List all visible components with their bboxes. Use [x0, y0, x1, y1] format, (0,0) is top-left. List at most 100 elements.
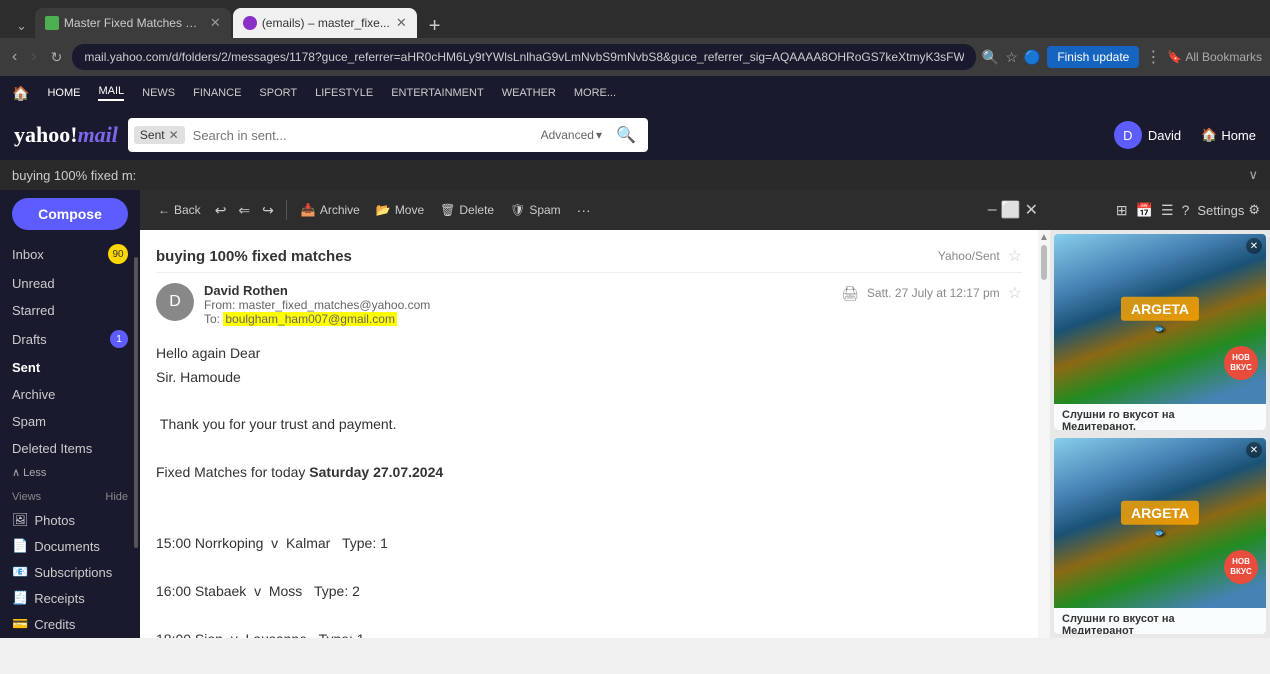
sidebar-item-archive[interactable]: Archive [0, 381, 140, 408]
ad-2-brand: ARGETA 🐟 [1121, 501, 1199, 538]
move-button[interactable]: 📂 Move [370, 199, 430, 221]
ad-2-main-text: Слушни го вкусот наМедитеранот [1062, 613, 1175, 634]
nav-sport[interactable]: SPORT [259, 87, 297, 99]
nav-news[interactable]: NEWS [142, 87, 175, 99]
sidebar-spam-label: Spam [12, 414, 128, 429]
nav-mail[interactable]: MAIL [98, 85, 124, 101]
new-tab-button[interactable]: + [421, 15, 449, 38]
close-pane-button[interactable]: ✕ [1025, 200, 1038, 220]
sidebar-item-documents[interactable]: 📄 Documents [0, 533, 140, 559]
bookmark-icon[interactable]: ☆ [1005, 49, 1018, 66]
sidebar-item-subscriptions[interactable]: 📧 Subscriptions [0, 559, 140, 585]
ad-2-badge: НОВВКУС [1224, 550, 1258, 584]
sidebar-item-inbox[interactable]: Inbox 90 [0, 238, 140, 270]
tab-2-close[interactable]: ✕ [396, 15, 407, 31]
print-button[interactable]: 🖨 [841, 285, 859, 302]
list-icon-button[interactable]: ☰ [1161, 202, 1174, 219]
nav-reload-button[interactable]: ↻ [47, 47, 67, 68]
sidebar-item-credits[interactable]: 💳 Credits [0, 611, 140, 637]
resize-pane-button[interactable]: ⬜ [1001, 200, 1021, 220]
scroll-thumb[interactable] [1041, 245, 1047, 280]
grid-icon-button[interactable]: ⊞ [1116, 202, 1128, 219]
scroll-up-arrow[interactable]: ▲ [1038, 230, 1050, 245]
sidebar-item-spam[interactable]: Spam [0, 408, 140, 435]
email-actions-right: 🖨 Satt. 27 July at 12:17 pm ☆ [841, 283, 1022, 303]
less-icon: ∧ [12, 467, 20, 479]
browser-extension-icon[interactable]: 🔵 [1024, 49, 1041, 66]
sidebar-item-sent[interactable]: Sent [0, 354, 140, 381]
body-matches-intro: Fixed Matches for today Saturday 27.07.2… [156, 461, 1022, 485]
browser-menu-button[interactable]: ⋮ [1145, 47, 1161, 67]
spam-button[interactable]: 🛡 Spam [504, 199, 567, 221]
sidebar-item-drafts[interactable]: Drafts 1 [0, 324, 140, 354]
browser-search-icon[interactable]: 🔍 [982, 49, 999, 66]
match-1: 15:00 Norrkoping v Kalmar Type: 1 [156, 532, 1022, 556]
search-button[interactable]: 🔍 [608, 125, 644, 145]
nav-entertainment[interactable]: ENTERTAINMENT [391, 87, 484, 99]
views-hide-button[interactable]: Hide [105, 491, 128, 503]
email-star-button[interactable]: ☆ [1008, 283, 1022, 303]
nav-home[interactable]: HOME [47, 87, 80, 99]
reply-all-button[interactable]: ⇐ [234, 198, 254, 223]
sidebar-item-travel[interactable]: ✈ Travel [0, 637, 140, 638]
all-bookmarks-button[interactable]: 🔖All Bookmarks [1167, 50, 1262, 64]
sidebar-item-starred[interactable]: Starred [0, 297, 140, 324]
settings-label: Settings [1197, 203, 1244, 218]
sender-info: David Rothen From: master_fixed_matches@… [204, 283, 831, 326]
calendar-icon-button[interactable]: 📅 [1136, 202, 1153, 219]
ad-2-image: НОВВКУС ARGETA 🐟 [1054, 438, 1266, 608]
nav-forward-button[interactable]: › [27, 46, 40, 68]
sidebar-drafts-label: Drafts [12, 332, 110, 347]
forward-button[interactable]: ↪ [258, 198, 278, 223]
conversation-subject: buying 100% fixed m: [12, 168, 1248, 183]
minimize-pane-button[interactable]: – [988, 201, 997, 219]
photos-icon: 🖼 [12, 512, 29, 528]
home-button[interactable]: 🏠 Home [1201, 127, 1256, 143]
ad-1-close-button[interactable]: ✕ [1246, 238, 1262, 254]
finish-update-button[interactable]: Finish update [1047, 46, 1139, 68]
subscriptions-label: Subscriptions [34, 565, 112, 580]
back-button[interactable]: ← Back [152, 199, 207, 221]
tab-2[interactable]: (emails) – master_fixe... ✕ [233, 8, 417, 38]
nav-back-button[interactable]: ‹ [8, 46, 21, 68]
email-scrollbar[interactable]: ▲ [1038, 230, 1050, 638]
sidebar-starred-label: Starred [12, 303, 128, 318]
compose-button[interactable]: Compose [12, 198, 128, 230]
conversation-chevron[interactable]: ∨ [1248, 167, 1258, 183]
sidebar-item-unread[interactable]: Unread [0, 270, 140, 297]
nav-finance[interactable]: FINANCE [193, 87, 241, 99]
address-input[interactable] [72, 44, 975, 70]
body-date-bold: Saturday 27.07.2024 [309, 464, 443, 480]
sidebar-item-receipts[interactable]: 🧾 Receipts [0, 585, 140, 611]
ad-2-close-button[interactable]: ✕ [1246, 442, 1262, 458]
less-button[interactable]: ∧ ∧ Less Less [0, 462, 140, 483]
advanced-search-button[interactable]: Advanced ▾ [535, 128, 608, 142]
settings-button[interactable]: Settings ⚙ [1197, 202, 1260, 218]
search-bar: Sent ✕ Advanced ▾ 🔍 [128, 118, 648, 152]
tab-list-button[interactable]: ⌄ [8, 14, 35, 38]
finish-update-label: Finish update [1057, 50, 1129, 64]
more-button[interactable]: ··· [571, 198, 597, 222]
search-tag-label: Sent [140, 128, 165, 142]
mail-app: yahoo!mail Sent ✕ Advanced ▾ 🔍 D David [0, 110, 1270, 638]
main-content: Compose Inbox 90 Unread Starred Drafts 1… [0, 190, 1270, 638]
reply-button[interactable]: ↩ [211, 198, 231, 223]
help-icon-button[interactable]: ? [1182, 202, 1190, 218]
nav-lifestyle[interactable]: LIFESTYLE [315, 87, 373, 99]
archive-button[interactable]: 📥 Archive [295, 199, 366, 221]
user-area[interactable]: D David [1114, 121, 1181, 149]
avatar: D [1114, 121, 1142, 149]
match-3: 18:00 Sion v Lausanne Type: 1 [156, 628, 1022, 638]
tab-1-close[interactable]: ✕ [210, 15, 221, 31]
search-tag-close-icon[interactable]: ✕ [169, 128, 179, 142]
sender-name: David Rothen [204, 283, 831, 298]
star-button[interactable]: ☆ [1008, 246, 1022, 266]
nav-more[interactable]: MORE... [574, 87, 616, 99]
nav-weather[interactable]: WEATHER [502, 87, 556, 99]
sidebar-unread-label: Unread [12, 276, 128, 291]
sidebar-item-deleted[interactable]: Deleted Items [0, 435, 140, 462]
sidebar-item-photos[interactable]: 🖼 Photos [0, 507, 140, 533]
tab-1[interactable]: Master Fixed Matches – Footba ✕ [35, 8, 231, 38]
search-input[interactable] [187, 128, 535, 143]
delete-button[interactable]: 🗑 Delete [434, 199, 500, 221]
